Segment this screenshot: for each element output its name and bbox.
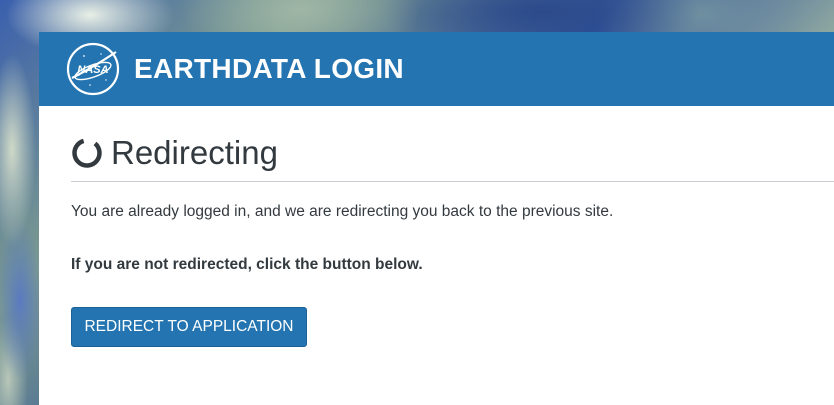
- svg-text:NASA: NASA: [77, 64, 108, 76]
- nasa-logo[interactable]: NASA: [66, 42, 120, 96]
- page-title: Redirecting: [111, 134, 278, 171]
- status-message: You are already logged in, and we are re…: [71, 203, 614, 220]
- redirect-to-application-button[interactable]: REDIRECT TO APPLICATION: [71, 307, 307, 347]
- heading-row: Redirecting: [71, 130, 834, 176]
- site-header: NASA EARTHDATA LOGIN: [39, 32, 834, 106]
- redirect-note: If you are not redirected, click the but…: [71, 256, 423, 273]
- loading-spinner-icon: [72, 138, 102, 168]
- site-title: EARTHDATA LOGIN: [134, 53, 404, 84]
- heading-divider: [71, 181, 834, 182]
- main-content: Redirecting You are already logged in, a…: [39, 130, 834, 347]
- login-panel: NASA EARTHDATA LOGIN Redirecting You are…: [39, 32, 834, 405]
